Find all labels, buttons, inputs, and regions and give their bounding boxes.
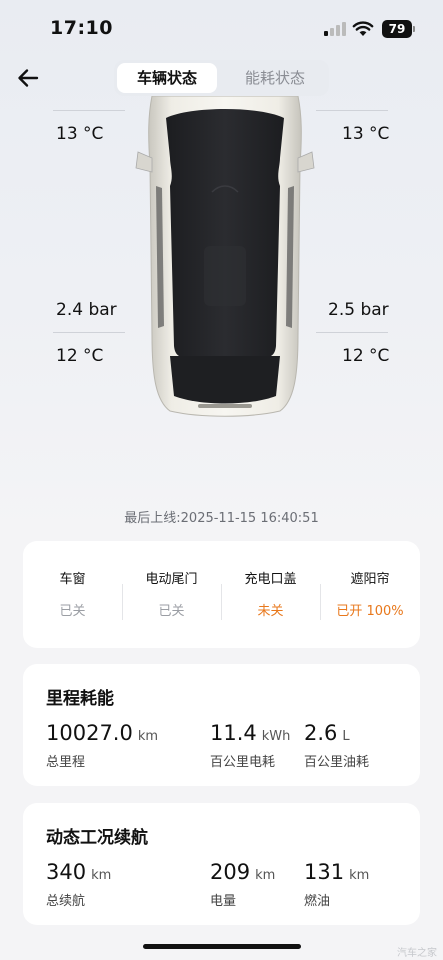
electric-range: 209 km 电量 <box>210 860 276 909</box>
status-label: 车窗 <box>59 572 86 587</box>
back-arrow-icon[interactable] <box>14 64 42 92</box>
divider <box>53 110 125 111</box>
fuel-consumption: 2.6 L 百公里油耗 <box>304 721 369 770</box>
metric-label: 总续航 <box>46 894 86 909</box>
watermark: 汽车之家 <box>397 948 437 959</box>
status-value: 已关 <box>158 604 185 619</box>
metric-label: 总里程 <box>46 755 86 770</box>
wifi-icon <box>352 21 374 36</box>
metric-value: 11.4 <box>210 721 257 745</box>
metric-value: 2.6 <box>304 721 338 745</box>
divider <box>316 332 388 333</box>
tab-bar: 车辆状态 能耗状态 <box>114 60 329 96</box>
total-range: 340 km 总续航 <box>46 860 112 909</box>
card-title: 里程耗能 <box>46 689 114 709</box>
card-title: 动态工况续航 <box>46 828 148 848</box>
metric-unit: L <box>342 729 350 744</box>
metric-unit: km <box>255 868 276 883</box>
metric-value: 10027.0 <box>46 721 133 745</box>
status-value: 未关 <box>257 604 284 619</box>
status-bar: 17:10 79 <box>0 0 443 58</box>
home-indicator[interactable] <box>143 944 301 949</box>
metric-unit: km <box>91 868 112 883</box>
status-value: 已关 <box>59 604 86 619</box>
metric-unit: km <box>349 868 370 883</box>
tab-vehicle-status[interactable]: 车辆状态 <box>117 63 217 93</box>
last-online-timestamp: 最后上线:2025-11-15 16:40:51 <box>124 511 319 526</box>
power-consumption: 11.4 kWh 百公里电耗 <box>210 721 291 770</box>
metric-label: 燃油 <box>304 894 331 909</box>
divider <box>53 332 125 333</box>
rear-right-tire-temp: 12 °C <box>342 346 390 366</box>
divider <box>316 110 388 111</box>
status-label: 遮阳帘 <box>350 572 390 587</box>
metric-label: 百公里油耗 <box>304 755 370 770</box>
cellular-signal-icon <box>324 22 346 36</box>
fuel-range: 131 km 燃油 <box>304 860 370 909</box>
metric-label: 电量 <box>210 894 237 909</box>
rear-right-tire-pressure: 2.5 bar <box>328 300 389 320</box>
front-left-tire-temp: 13 °C <box>56 124 104 144</box>
tab-energy-status[interactable]: 能耗状态 <box>224 63 326 93</box>
metric-label: 百公里电耗 <box>210 755 276 770</box>
metric-value: 209 <box>210 860 251 884</box>
vehicle-status-card: 车窗 已关 电动尾门 已关 充电口盖 未关 遮阳帘 已开 100% <box>23 541 420 648</box>
status-label: 电动尾门 <box>145 572 198 587</box>
metric-value: 340 <box>46 860 87 884</box>
battery-icon: 79 <box>382 20 415 38</box>
dynamic-range-card[interactable]: 动态工况续航 340 km 总续航 209 km 电量 131 km 燃油 <box>23 803 420 925</box>
total-mileage: 10027.0 km 总里程 <box>46 721 159 770</box>
status-label: 充电口盖 <box>244 572 297 587</box>
rear-left-tire-pressure: 2.4 bar <box>56 300 117 320</box>
car-top-view-image <box>135 96 315 417</box>
metric-value: 131 <box>304 860 345 884</box>
metric-unit: kWh <box>261 729 291 744</box>
metric-unit: km <box>137 729 159 744</box>
mileage-energy-card[interactable]: 里程耗能 10027.0 km 总里程 11.4 kWh 百公里电耗 2.6 L 百公… <box>23 664 420 786</box>
rear-left-tire-temp: 12 °C <box>56 346 104 366</box>
status-value: 已开 100% <box>336 604 404 619</box>
front-right-tire-temp: 13 °C <box>342 124 390 144</box>
clock: 17:10 <box>50 17 113 39</box>
